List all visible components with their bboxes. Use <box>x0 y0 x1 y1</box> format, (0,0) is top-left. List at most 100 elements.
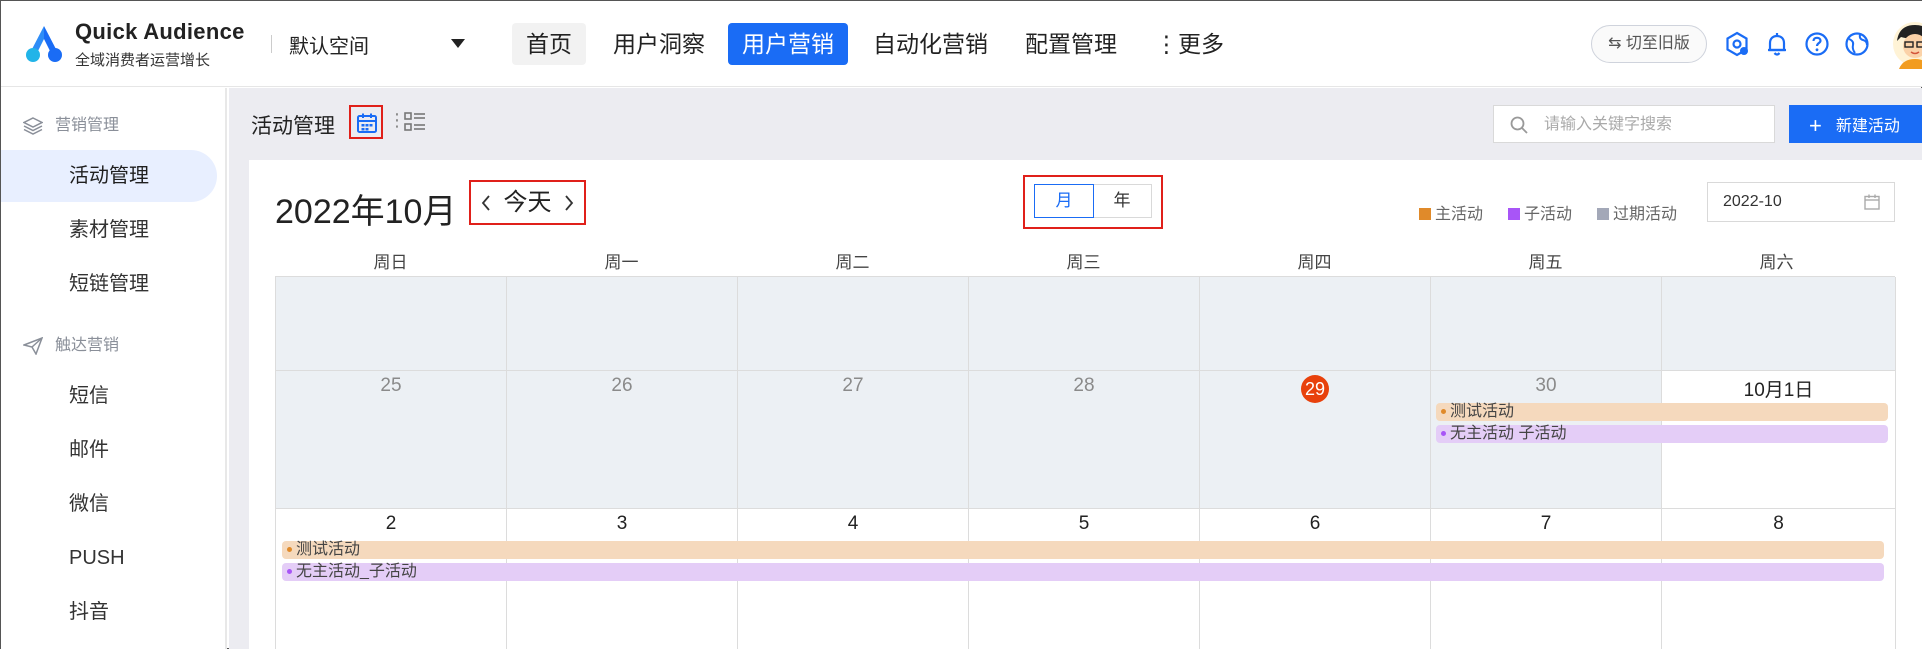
event-dot <box>1441 431 1446 436</box>
weekday-sun: 周日 <box>373 253 408 272</box>
legend-main-activity: 主活动 <box>1419 200 1483 224</box>
calendar-view-toggle[interactable] <box>349 105 383 139</box>
event-dot <box>1441 409 1446 414</box>
main-content: 活动管理 ⋮ +新建活动 2022年10月 <box>229 88 1922 649</box>
nav-more[interactable]: ⋮更多 <box>1141 23 1238 65</box>
legend-label: 过期活动 <box>1613 206 1678 223</box>
new-activity-button[interactable]: + 新建活动 <box>1789 105 1922 143</box>
calendar-grid: 25 26 27 28 29 30 10月1日 2 3 4 5 6 7 8 测试… <box>275 276 1896 649</box>
mode-year-button[interactable]: 年 <box>1093 185 1151 217</box>
event-dot <box>287 569 292 574</box>
event-dot <box>287 547 292 552</box>
day-cell[interactable] <box>738 277 969 371</box>
weekday-thu: 周四 <box>1297 253 1332 272</box>
event-main-activity[interactable]: 测试活动 <box>1436 403 1888 421</box>
today-navigator: 今天 <box>469 180 586 225</box>
legend-expired-activity: 过期活动 <box>1597 200 1677 224</box>
view-mode-group: 月 年 <box>1034 184 1152 218</box>
sidebar: 营销管理 活动管理 素材管理 短链管理 触达营销 短信 邮件 微信 PUSH 抖… <box>1 88 227 649</box>
sidebar-item-email[interactable]: 邮件 <box>1 424 217 476</box>
day-cell[interactable]: 26 <box>507 371 738 509</box>
event-main-activity[interactable]: 测试活动 <box>282 541 1884 559</box>
sidebar-item-push[interactable]: PUSH <box>1 532 217 584</box>
nav-home[interactable]: 首页 <box>512 23 586 65</box>
chevron-left-icon[interactable] <box>481 195 491 211</box>
calendar-panel: 2022年10月 今天 月 年 主活动 子活动 过期活动 2022-10 周日 … <box>249 160 1922 649</box>
sidebar-item-wechat[interactable]: 微信 <box>1 478 217 530</box>
sidebar-group-label: 触达营销 <box>55 337 120 354</box>
day-number: 29 <box>1200 375 1430 403</box>
sidebar-item-activity-management[interactable]: 活动管理 <box>1 150 217 202</box>
new-activity-label: 新建活动 <box>1835 118 1900 135</box>
day-number: 28 <box>1073 375 1095 396</box>
globe-icon[interactable] <box>1843 30 1871 58</box>
quick-audience-logo[interactable] <box>23 23 65 65</box>
date-picker-value: 2022-10 <box>1723 193 1782 210</box>
legend-label: 主活动 <box>1435 206 1484 223</box>
day-number: 8 <box>1773 513 1784 534</box>
day-cell[interactable]: 25 <box>276 371 507 509</box>
day-number: 4 <box>847 513 859 534</box>
legend-swatch <box>1597 208 1609 220</box>
view-mode-switch: 月 年 <box>1023 175 1163 229</box>
search-box[interactable] <box>1493 105 1775 143</box>
day-cell[interactable] <box>1200 277 1431 371</box>
event-label: 测试活动 <box>1450 403 1515 420</box>
event-label: 无主活动_子活动 <box>296 563 417 580</box>
workspace-select[interactable]: 默认空间 <box>289 30 369 59</box>
month-title: 2022年10月 <box>275 193 457 231</box>
day-cell[interactable]: 27 <box>738 371 969 509</box>
brand-subtitle: 全域消费者运营增长 <box>75 52 211 69</box>
day-cell[interactable]: 28 <box>969 371 1200 509</box>
user-avatar[interactable] <box>1889 19 1922 69</box>
today-button[interactable]: 今天 <box>504 189 552 216</box>
today-marker: 29 <box>1301 375 1329 403</box>
day-cell[interactable] <box>1662 277 1896 371</box>
search-icon <box>1510 116 1528 134</box>
sidebar-item-douyin[interactable]: 抖音 <box>1 586 217 638</box>
sidebar-group-label: 营销管理 <box>55 117 120 134</box>
divider <box>271 35 272 53</box>
event-sub-activity[interactable]: 无主活动_子活动 <box>282 563 1884 581</box>
search-input[interactable] <box>1544 114 1764 136</box>
sidebar-item-sms[interactable]: 短信 <box>1 370 217 422</box>
day-cell[interactable] <box>969 277 1200 371</box>
settings-hex-icon[interactable] <box>1723 30 1751 58</box>
page-title: 活动管理 <box>251 115 335 138</box>
legend-swatch <box>1419 208 1431 220</box>
weekday-tue: 周二 <box>835 253 870 272</box>
event-label: 无主活动 子活动 <box>1450 425 1567 442</box>
day-cell[interactable] <box>1431 277 1662 371</box>
calendar-small-icon <box>1864 194 1880 210</box>
day-cell[interactable] <box>276 277 507 371</box>
legend-swatch <box>1508 208 1520 220</box>
bell-icon[interactable] <box>1763 30 1791 58</box>
mode-month-button[interactable]: 月 <box>1034 184 1094 218</box>
weekday-fri: 周五 <box>1528 253 1563 272</box>
event-sub-activity[interactable]: 无主活动 子活动 <box>1436 425 1888 443</box>
weekday-wed: 周三 <box>1066 253 1101 272</box>
day-cell-today[interactable]: 29 <box>1200 371 1431 509</box>
day-number: 10月1日 <box>1743 380 1814 401</box>
switch-legacy-button[interactable]: ⇆ 切至旧版 <box>1591 25 1707 63</box>
day-number: 2 <box>385 513 397 534</box>
caret-down-icon[interactable] <box>451 39 465 48</box>
list-view-icon[interactable] <box>404 112 426 132</box>
nav-user-marketing[interactable]: 用户营销 <box>728 23 848 65</box>
day-number: 27 <box>842 375 864 396</box>
weekday-mon: 周一 <box>604 253 639 272</box>
day-number: 25 <box>380 375 402 396</box>
chevron-right-icon[interactable] <box>564 195 574 211</box>
day-cell[interactable] <box>507 277 738 371</box>
nav-automation-marketing[interactable]: 自动化营销 <box>859 23 1002 65</box>
day-number: 5 <box>1078 513 1090 534</box>
sidebar-item-material-management[interactable]: 素材管理 <box>1 204 217 256</box>
day-number: 26 <box>611 375 633 396</box>
sidebar-item-shortlink-management[interactable]: 短链管理 <box>1 258 217 310</box>
help-icon[interactable] <box>1803 30 1831 58</box>
day-number: 6 <box>1309 513 1321 534</box>
month-date-picker[interactable]: 2022-10 <box>1707 182 1895 222</box>
send-icon <box>23 337 43 355</box>
nav-config-management[interactable]: 配置管理 <box>1011 23 1131 65</box>
nav-user-insight[interactable]: 用户洞察 <box>599 23 719 65</box>
